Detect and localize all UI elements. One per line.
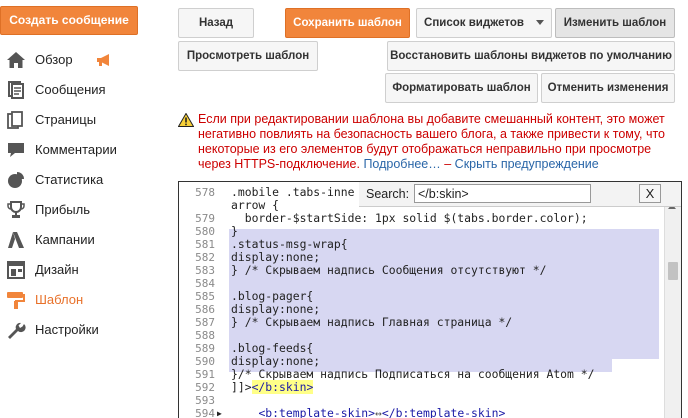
template-skin-close-tag: </b:template-skin> bbox=[381, 406, 506, 418]
template-icon bbox=[7, 292, 25, 309]
layout-icon bbox=[7, 261, 25, 279]
sidebar-item-label: Шаблон bbox=[35, 292, 84, 307]
line-number: 592 bbox=[195, 381, 215, 394]
code-line-text: arrow { bbox=[231, 198, 280, 212]
code-line-text: } /* Скрываем надпись Главная страница *… bbox=[231, 315, 513, 329]
search-bar: Search: X bbox=[359, 182, 681, 207]
fold-arrow-icon[interactable]: ▶ bbox=[217, 407, 222, 418]
edit-template-button[interactable]: Изменить шаблон bbox=[555, 8, 675, 38]
widgets-list-label: Список виджетов bbox=[424, 17, 524, 29]
warning-icon bbox=[178, 113, 194, 127]
sidebar-item-label: Комментарии bbox=[35, 142, 117, 157]
code-line-text: } bbox=[231, 224, 238, 238]
sidebar-item-campaigns[interactable]: Кампании bbox=[0, 225, 160, 255]
widgets-list-dropdown[interactable]: Список виджетов bbox=[416, 8, 552, 38]
sidebar-item-overview[interactable]: Обзор bbox=[0, 45, 160, 75]
code-line: } /* Скрываем надпись Главная страница *… bbox=[231, 316, 512, 329]
mixed-content-warning: Если при редактировании шаблона вы добав… bbox=[178, 112, 674, 172]
preview-template-button[interactable]: Просмотреть шаблон bbox=[178, 41, 318, 71]
sidebar-item-template[interactable]: Шаблон bbox=[0, 285, 160, 315]
line-number-gutter: 578 579 580 581 582 583 584 585 586 587 588 589 590 5… bbox=[179, 182, 227, 418]
chevron-down-icon bbox=[535, 20, 544, 26]
close-search-button[interactable]: X bbox=[639, 184, 661, 203]
line-number: 581 bbox=[195, 238, 215, 251]
line-number: 578 bbox=[195, 186, 215, 199]
line-number: 579 bbox=[195, 212, 215, 225]
code-line: border-$startSide: 1px solid $(tabs.bord… bbox=[231, 212, 588, 225]
code-line-text: display:none; bbox=[231, 354, 321, 368]
comments-icon bbox=[8, 143, 24, 157]
editor-scrollbar[interactable] bbox=[664, 200, 681, 418]
sidebar-item-label: Дизайн bbox=[35, 262, 79, 277]
line-number: 591 bbox=[195, 368, 215, 381]
home-icon bbox=[7, 52, 25, 68]
search-match-highlight: </b:skin> bbox=[251, 380, 314, 394]
pages-icon bbox=[7, 111, 23, 129]
code-line-text: display:none; bbox=[231, 250, 321, 264]
save-template-button[interactable]: Сохранить шаблон bbox=[285, 8, 410, 38]
search-input[interactable] bbox=[414, 184, 591, 203]
line-number: 594 bbox=[195, 407, 215, 418]
stats-pie-icon bbox=[8, 172, 24, 188]
sidebar-item-settings[interactable]: Настройки bbox=[0, 315, 160, 345]
code-line-text: display:none; bbox=[231, 302, 321, 316]
code-line-text: border-$startSide: 1px solid $(tabs.bord… bbox=[231, 211, 588, 225]
sidebar-item-earnings[interactable]: Прибыль bbox=[0, 195, 160, 225]
sidebar-item-label: Прибыль bbox=[35, 202, 90, 217]
code-line: ]]></b:skin> bbox=[231, 380, 314, 394]
sidebar-item-label: Обзор bbox=[35, 52, 73, 67]
line-number: 587 bbox=[195, 316, 215, 329]
sidebar-nav: Обзор Сообщения Страницы Комментарии Ста… bbox=[0, 45, 160, 345]
code-line-text: ]]> bbox=[231, 380, 252, 394]
sidebar-item-label: Страницы bbox=[35, 112, 97, 127]
code-line-text: .blog-feeds{ bbox=[231, 341, 314, 355]
format-template-button[interactable]: Форматировать шаблон bbox=[385, 73, 538, 103]
sidebar-item-posts[interactable]: Сообщения bbox=[0, 75, 160, 105]
line-number: 590 bbox=[195, 355, 215, 368]
template-code-editor[interactable]: 578 579 580 581 582 583 584 585 586 587 588 589 590 5… bbox=[178, 181, 682, 418]
wrench-icon bbox=[8, 322, 26, 339]
sidebar: Создать сообщение Обзор Сообщения Страни… bbox=[0, 0, 160, 418]
line-number: 588 bbox=[195, 329, 215, 342]
code-line-text: .status-msg-wrap{ bbox=[231, 237, 348, 251]
line-number: 583 bbox=[195, 264, 215, 277]
hide-warning-link[interactable]: Скрыть предупреждение bbox=[455, 157, 599, 171]
code-line-text: .mobile .tabs-inne bbox=[231, 185, 355, 199]
line-number: 582 bbox=[195, 251, 215, 264]
learn-more-link[interactable]: Подробнее… bbox=[363, 157, 440, 171]
line-number: 584 bbox=[195, 277, 215, 290]
sidebar-item-label: Настройки bbox=[35, 322, 99, 337]
code-line-text: } /* Скрываем надпись Сообщения отсутств… bbox=[231, 263, 547, 277]
megaphone-icon bbox=[97, 54, 109, 66]
line-number: 593 bbox=[195, 394, 215, 407]
adwords-icon bbox=[8, 232, 24, 248]
posts-icon bbox=[8, 81, 24, 99]
sidebar-item-label: Сообщения bbox=[35, 82, 106, 97]
create-post-button[interactable]: Создать сообщение bbox=[0, 6, 138, 35]
sidebar-item-comments[interactable]: Комментарии bbox=[0, 135, 160, 165]
line-number bbox=[179, 199, 215, 212]
line-number: 589 bbox=[195, 342, 215, 355]
collapsed-ellipsis-icon[interactable]: ↔ bbox=[375, 406, 382, 418]
line-number: 585 bbox=[195, 290, 215, 303]
code-line: } /* Скрываем надпись Сообщения отсутств… bbox=[231, 264, 546, 277]
sidebar-item-stats[interactable]: Статистика bbox=[0, 165, 160, 195]
code-line-text: }/* Скрываем надпись Подписаться на сооб… bbox=[231, 367, 595, 381]
code-line-text: .blog-pager{ bbox=[231, 289, 314, 303]
line-number: 586 bbox=[195, 303, 215, 316]
scroll-thumb[interactable] bbox=[668, 262, 678, 280]
sidebar-item-pages[interactable]: Страницы bbox=[0, 105, 160, 135]
code-line: <b:template-skin>↔</b:template-skin> bbox=[231, 407, 505, 418]
search-label: Search: bbox=[366, 187, 410, 201]
template-skin-open-tag: <b:template-skin> bbox=[258, 406, 376, 418]
revert-changes-button[interactable]: Отменить изменения bbox=[541, 73, 675, 103]
sidebar-item-label: Статистика bbox=[35, 172, 104, 187]
line-number: 580 bbox=[195, 225, 215, 238]
sidebar-item-layout[interactable]: Дизайн bbox=[0, 255, 160, 285]
code-area[interactable]: .mobile .tabs-inne arrow { border-$startS… bbox=[231, 182, 663, 418]
restore-widget-templates-button[interactable]: Восстановить шаблоны виджетов по умолчан… bbox=[387, 41, 675, 71]
back-button[interactable]: Назад bbox=[178, 8, 254, 38]
trophy-icon bbox=[7, 201, 25, 218]
sidebar-item-label: Кампании bbox=[35, 232, 95, 247]
